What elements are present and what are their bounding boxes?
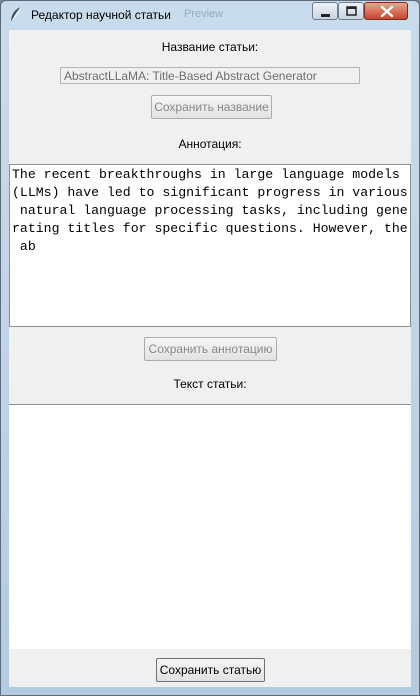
close-button[interactable] xyxy=(364,2,408,20)
app-window: Редактор научной статьи Preview Название… xyxy=(0,0,420,696)
minimize-button[interactable] xyxy=(312,2,338,20)
feather-icon xyxy=(11,6,22,21)
title-label: Название статьи: xyxy=(161,40,259,54)
abstract-text: The recent breakthroughs in large langua… xyxy=(12,167,408,254)
title-field[interactable]: AbstractLLaMA: Title-Based Abstract Gene… xyxy=(60,67,360,84)
close-icon xyxy=(380,5,394,18)
window-content: Название статьи: AbstractLLaMA: Title-Ba… xyxy=(9,30,411,687)
abstract-textarea[interactable]: The recent breakthroughs in large langua… xyxy=(9,164,411,327)
maximize-button[interactable] xyxy=(338,2,364,20)
save-article-button[interactable]: Сохранить статью xyxy=(156,658,265,682)
window-title: Редактор научной статьи xyxy=(31,8,171,22)
save-abstract-button[interactable]: Сохранить аннотацию xyxy=(144,337,277,361)
maximize-icon xyxy=(346,6,357,16)
title-bar[interactable]: Редактор научной статьи Preview xyxy=(1,1,419,29)
article-textarea[interactable] xyxy=(9,404,411,649)
abstract-label: Аннотация: xyxy=(178,137,242,151)
article-label: Текст статьи: xyxy=(173,377,247,391)
minimize-icon xyxy=(321,14,330,17)
background-window-title: Preview xyxy=(184,8,224,20)
save-title-button[interactable]: Сохранить название xyxy=(151,95,272,119)
